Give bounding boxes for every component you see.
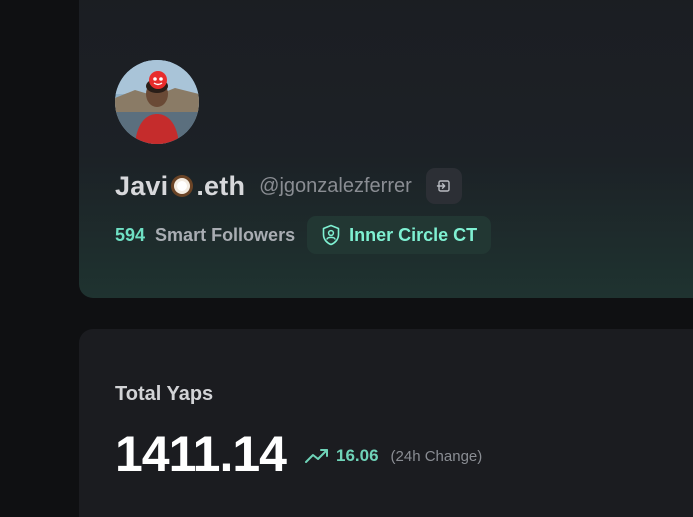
total-yaps-card: Total Yaps 1411.14 16.06 (24h Change) (79, 329, 693, 517)
total-yaps-row: 1411.14 16.06 (24h Change) (115, 425, 482, 483)
sign-in-button[interactable] (425, 168, 462, 204)
sign-in-icon (436, 180, 450, 192)
inner-circle-badge[interactable]: Inner Circle CT (307, 216, 492, 254)
shield-user-icon (322, 224, 340, 246)
badge-label: Inner Circle CT (349, 224, 478, 245)
total-yaps-value: 1411.14 (115, 426, 287, 482)
avatar-image (115, 60, 199, 144)
total-yaps-title: Total Yaps (115, 383, 214, 405)
profile-card: Javi .eth @jgonzalezferrer 594 Smart Foll… (79, 0, 693, 298)
avatar[interactable] (115, 60, 199, 144)
profile-name-row: Javi .eth @jgonzalezferrer (115, 168, 462, 204)
page: Javi .eth @jgonzalezferrer 594 Smart Foll… (0, 0, 693, 517)
smart-followers-label: Smart Followers (155, 224, 296, 245)
change-value: 16.06 (335, 446, 379, 465)
handle[interactable]: @jgonzalezferrer (259, 175, 412, 198)
coconut-icon (171, 174, 194, 197)
smart-followers-count: 594 (115, 224, 146, 245)
trending-up-icon (304, 449, 328, 463)
display-name: Javi .eth (115, 170, 246, 201)
profile-meta-row: 594 Smart Followers Inner Circle CT (115, 216, 492, 254)
yaps-change: 16.06 (24h Change) (304, 446, 482, 466)
change-label: (24h Change) (390, 447, 483, 465)
